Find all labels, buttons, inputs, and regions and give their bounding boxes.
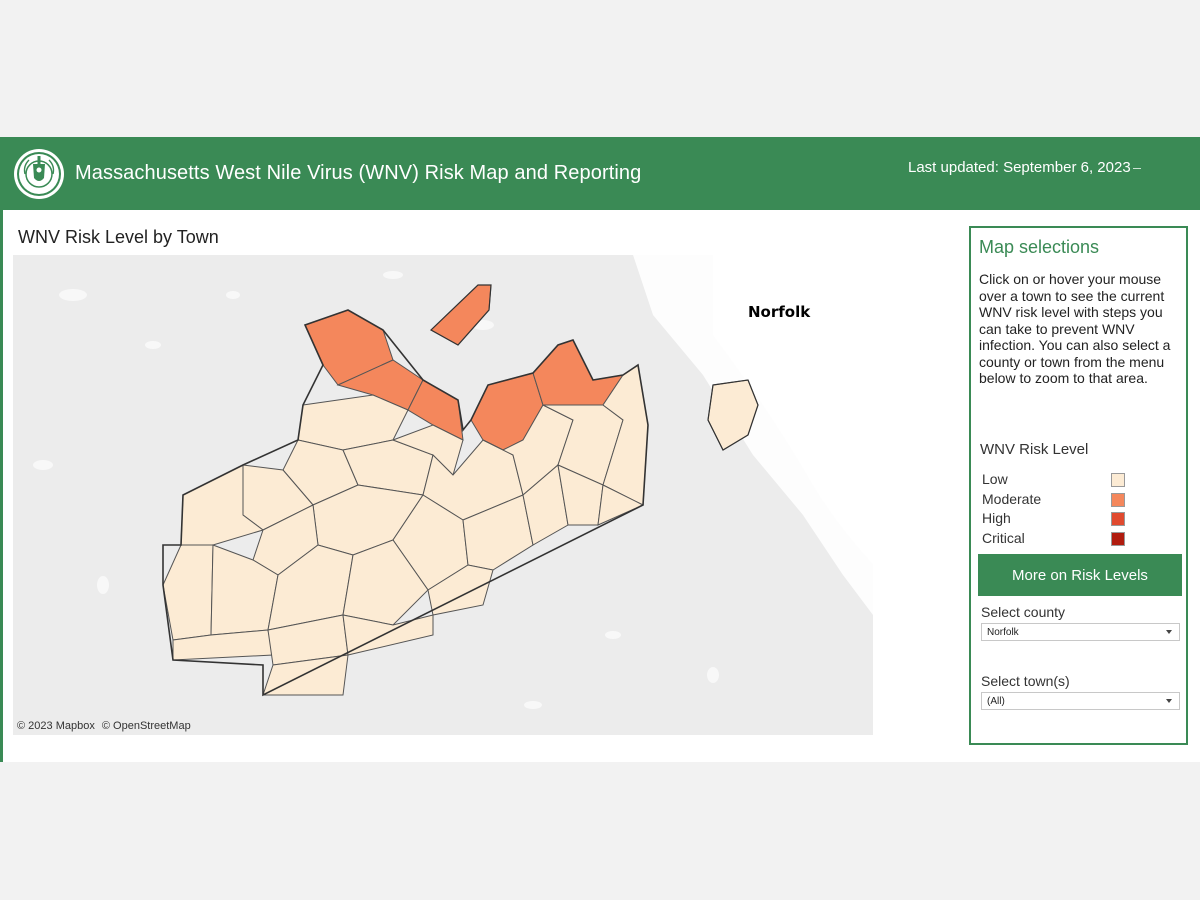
app-title: Massachusetts West Nile Virus (WNV) Risk… bbox=[75, 162, 642, 184]
town-select[interactable]: (All) bbox=[981, 692, 1180, 710]
select-county-label: Select county bbox=[981, 604, 1066, 620]
risk-map[interactable]: Norfolk © 2023 Mapbox © OpenStreetMap bbox=[13, 255, 873, 735]
county-select[interactable]: Norfolk bbox=[981, 623, 1180, 641]
county-select-value: Norfolk bbox=[987, 627, 1019, 638]
legend-item-critical[interactable]: Critical bbox=[982, 530, 1132, 550]
more-on-risk-levels-button[interactable]: More on Risk Levels bbox=[978, 554, 1182, 596]
chevron-down-icon bbox=[1166, 699, 1172, 703]
county-label: Norfolk bbox=[748, 303, 811, 321]
panel-title: Map selections bbox=[979, 237, 1100, 257]
last-updated-text: Last updated: September 6, 2023 bbox=[908, 159, 1131, 176]
legend-swatch-low bbox=[1111, 473, 1125, 487]
risk-legend: Low Moderate High Critical bbox=[982, 471, 1132, 549]
header-divider bbox=[1133, 168, 1141, 169]
mapbox-attribution[interactable]: © 2023 Mapbox bbox=[17, 720, 95, 732]
map-attribution[interactable]: © 2023 Mapbox © OpenStreetMap bbox=[17, 720, 195, 732]
map-selections-panel: Map selections Click on or hover your mo… bbox=[969, 226, 1188, 745]
legend-swatch-high bbox=[1111, 512, 1125, 526]
state-seal-icon bbox=[14, 149, 64, 199]
legend-title: WNV Risk Level bbox=[980, 441, 1089, 458]
legend-label: Low bbox=[982, 471, 1008, 487]
map-canvas[interactable] bbox=[13, 255, 873, 735]
legend-label: High bbox=[982, 510, 1011, 526]
legend-swatch-moderate bbox=[1111, 492, 1125, 507]
legend-swatch-critical bbox=[1111, 531, 1125, 546]
map-title: WNV Risk Level by Town bbox=[18, 227, 219, 247]
header-bar: Massachusetts West Nile Virus (WNV) Risk… bbox=[3, 137, 1200, 210]
legend-item-high[interactable]: High bbox=[982, 510, 1132, 530]
legend-label: Critical bbox=[982, 529, 1025, 546]
town-select-value: (All) bbox=[987, 696, 1005, 707]
legend-label: Moderate bbox=[982, 490, 1042, 507]
dashboard: Massachusetts West Nile Virus (WNV) Risk… bbox=[0, 137, 1200, 762]
legend-item-moderate[interactable]: Moderate bbox=[982, 491, 1132, 511]
select-town-label: Select town(s) bbox=[981, 673, 1070, 689]
chevron-down-icon bbox=[1166, 630, 1172, 634]
legend-item-low[interactable]: Low bbox=[982, 471, 1132, 491]
panel-description: Click on or hover your mouse over a town… bbox=[979, 271, 1171, 386]
osm-attribution[interactable]: © OpenStreetMap bbox=[102, 720, 191, 732]
